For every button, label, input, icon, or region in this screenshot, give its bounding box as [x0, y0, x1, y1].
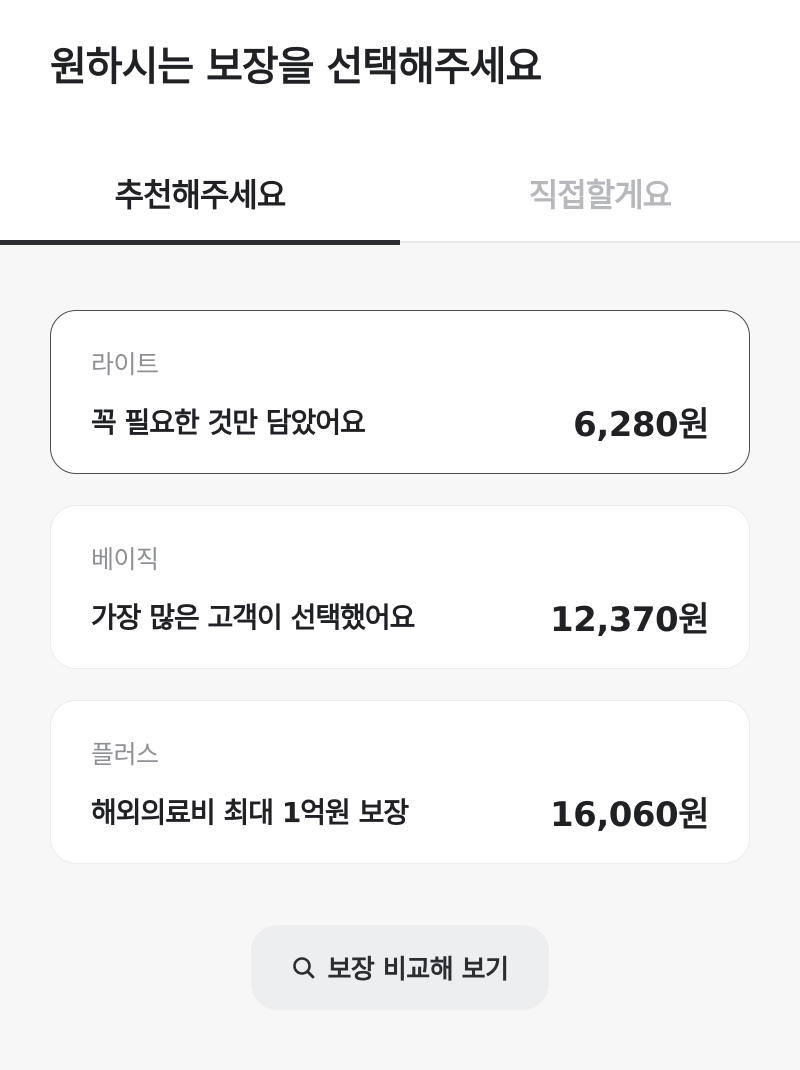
- tab-custom[interactable]: 직접할게요: [400, 150, 800, 243]
- plan-price: 12,370원: [550, 600, 709, 640]
- page-title: 원하시는 보장을 선택해주세요: [50, 44, 542, 90]
- header: 원하시는 보장을 선택해주세요 추천해주세요 직접할게요: [0, 0, 800, 245]
- tab-custom-label: 직접할게요: [528, 176, 672, 214]
- plan-tier: 베이직: [91, 545, 159, 574]
- plan-tier: 플러스: [91, 740, 159, 769]
- plan-card-basic[interactable]: 베이직 가장 많은 고객이 선택했어요 12,370원: [50, 505, 750, 669]
- plan-card-lite[interactable]: 라이트 꼭 필요한 것만 담았어요 6,280원: [50, 310, 750, 474]
- plan-description: 꼭 필요한 것만 담았어요: [91, 406, 366, 439]
- compare-coverage-button[interactable]: 보장 비교해 보기: [251, 925, 549, 1010]
- plan-tier: 라이트: [91, 350, 159, 379]
- plan-list: 라이트 꼭 필요한 것만 담았어요 6,280원 베이직 가장 많은 고객이 선…: [50, 310, 750, 895]
- tab-bar: 추천해주세요 직접할게요: [0, 150, 800, 245]
- search-icon: [291, 955, 317, 981]
- compare-button-label: 보장 비교해 보기: [327, 955, 509, 985]
- plan-price: 6,280원: [573, 405, 709, 445]
- plan-description: 해외의료비 최대 1억원 보장: [91, 796, 409, 829]
- tab-recommend-label: 추천해주세요: [114, 176, 287, 214]
- plan-card-plus[interactable]: 플러스 해외의료비 최대 1억원 보장 16,060원: [50, 700, 750, 864]
- tab-recommend[interactable]: 추천해주세요: [0, 150, 400, 245]
- plan-price: 16,060원: [550, 795, 709, 835]
- plan-description: 가장 많은 고객이 선택했어요: [91, 601, 415, 634]
